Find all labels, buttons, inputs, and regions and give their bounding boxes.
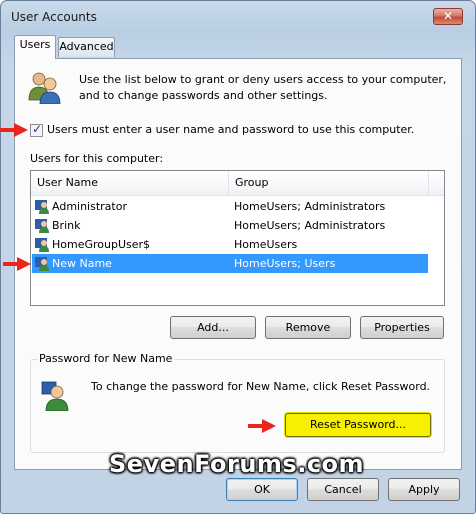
user-name-cell: HomeGroupUser$	[52, 238, 151, 251]
column-header-user-name[interactable]: User Name	[31, 171, 229, 195]
table-row-new-name[interactable]: New Name HomeUsers; Users	[32, 254, 428, 273]
properties-button[interactable]: Properties	[360, 316, 444, 339]
tab-users[interactable]: Users	[14, 35, 56, 59]
user-group-cell: HomeUsers	[234, 238, 298, 251]
tab-advanced-label: Advanced	[59, 40, 114, 53]
require-login-checkbox[interactable]: ✓	[30, 122, 43, 137]
user-group-cell: HomeUsers; Administrators	[234, 219, 386, 232]
cancel-button[interactable]: Cancel	[307, 478, 379, 501]
user-group-cell: HomeUsers; Users	[234, 257, 336, 270]
annotation-arrow-icon	[0, 123, 28, 137]
reset-password-button[interactable]: Reset Password...	[285, 413, 431, 437]
intro-line-2: and to change passwords and other settin…	[79, 89, 328, 102]
remove-user-button[interactable]: Remove	[265, 316, 351, 339]
checkmark-icon: ✓	[32, 122, 43, 136]
intro-line-1: Use the list below to grant or deny user…	[79, 73, 447, 86]
column-header-group[interactable]: Group	[229, 171, 429, 195]
users-icon	[28, 72, 61, 104]
password-instructions: To change the password for New Name, cli…	[91, 380, 431, 393]
apply-button[interactable]: Apply	[388, 478, 460, 501]
password-group-title: Password for New Name	[37, 352, 175, 365]
ok-button[interactable]: OK	[226, 478, 298, 501]
require-login-label: Users must enter a user name and passwor…	[47, 123, 415, 136]
user-group-cell: HomeUsers; Administrators	[234, 200, 386, 213]
user-name-cell: Administrator	[52, 200, 127, 213]
user-icon	[35, 238, 49, 252]
table-row-homegroupuser[interactable]: HomeGroupUser$ HomeUsers	[32, 235, 428, 254]
annotation-arrow-icon	[248, 419, 276, 433]
intro-text: Use the list below to grant or deny user…	[79, 72, 449, 104]
users-listview[interactable]: User Name Group Administrator HomeUsers;…	[30, 170, 445, 306]
tab-advanced[interactable]: Advanced	[58, 37, 115, 57]
column-user-name-label: User Name	[37, 176, 99, 189]
table-row-administrator[interactable]: Administrator HomeUsers; Administrators	[32, 197, 428, 216]
table-row-brink[interactable]: Brink HomeUsers; Administrators	[32, 216, 428, 235]
user-name-cell: Brink	[52, 219, 81, 232]
window-title: User Accounts	[11, 10, 97, 24]
tab-users-label: Users	[19, 38, 51, 51]
watermark-text: SevenForums.com	[109, 450, 365, 478]
user-icon	[35, 200, 49, 214]
password-groupbox	[30, 359, 445, 453]
user-icon	[35, 219, 49, 233]
users-list-label: Users for this computer:	[30, 152, 164, 165]
list-header: User Name Group	[31, 171, 444, 196]
column-group-label: Group	[235, 176, 269, 189]
user-name-cell: New Name	[52, 257, 112, 270]
user-icon	[35, 257, 49, 271]
close-button[interactable]: ✕	[433, 8, 463, 25]
annotation-arrow-icon	[3, 257, 31, 271]
close-icon: ✕	[442, 9, 454, 23]
user-password-icon	[41, 381, 69, 411]
title-bar[interactable]: User Accounts ✕	[1, 1, 475, 31]
add-user-button[interactable]: Add...	[170, 316, 256, 339]
